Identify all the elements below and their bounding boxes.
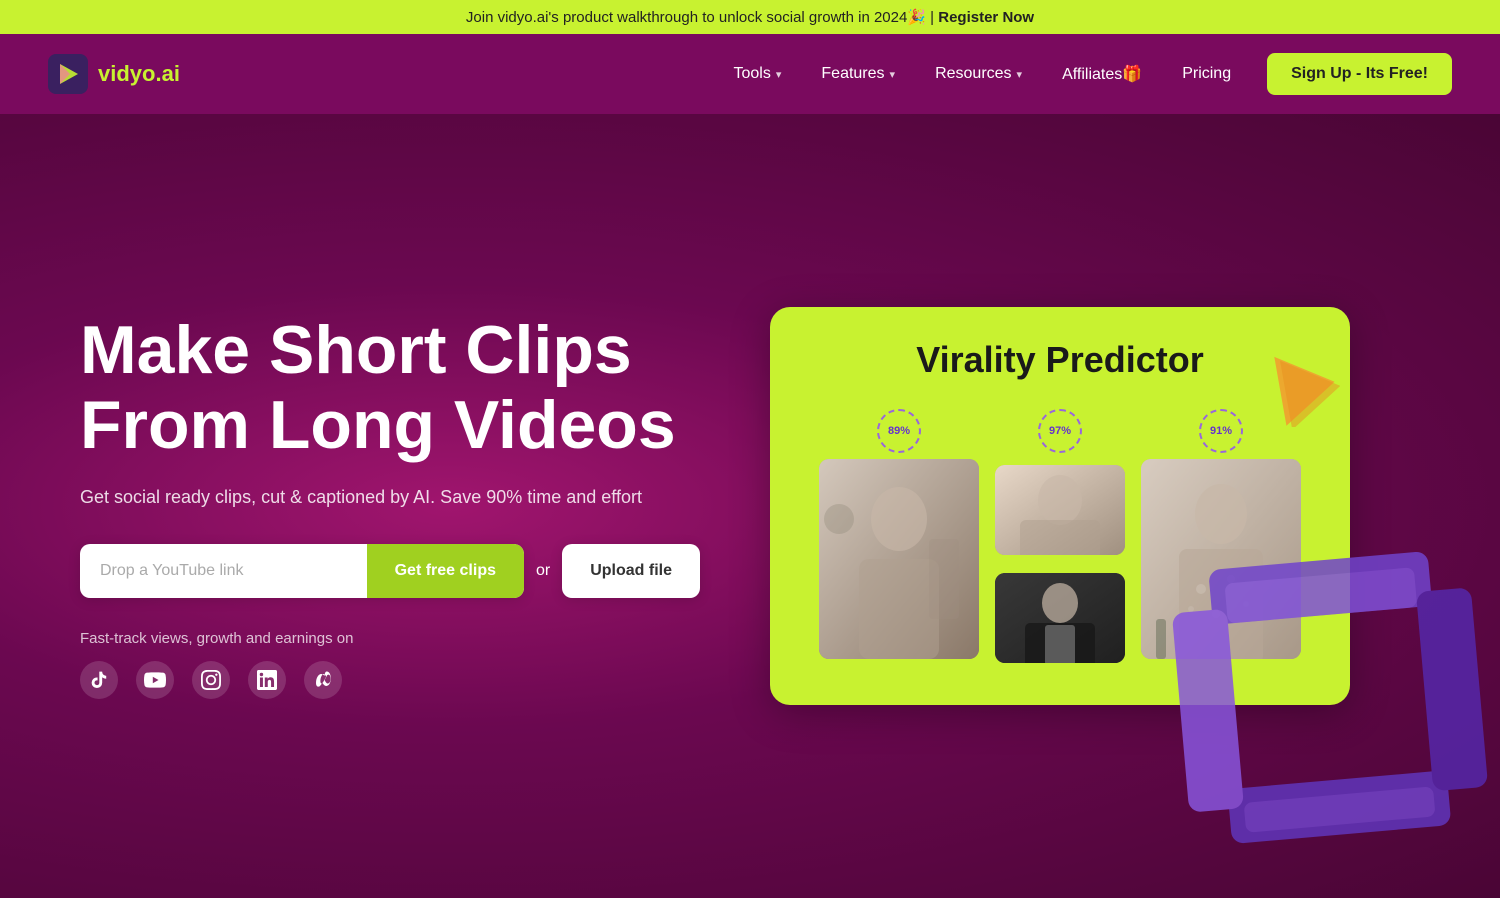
social-section: Fast-track views, growth and earnings on [80,630,700,699]
nav-links: Tools ▾ Features ▾ Resources ▾ Affiliate… [714,53,1453,95]
or-divider: or [536,562,550,580]
nav-item-resources[interactable]: Resources ▾ [915,57,1042,91]
hero-subtitle: Get social ready clips, cut & captioned … [80,487,700,508]
nav-item-signup[interactable]: Sign Up - Its Free! [1251,53,1452,95]
nav-item-affiliates[interactable]: Affiliates🎁 [1042,56,1162,92]
thumbnail-sub-1 [995,465,1125,555]
nav-item-pricing[interactable]: Pricing [1162,57,1251,91]
navbar: vidyo.ai Tools ▾ Features ▾ Resources ▾ … [0,34,1500,114]
social-label: Fast-track views, growth and earnings on [80,630,700,647]
virality-score-1: 89% [877,409,921,453]
video-sub-col: 97% [995,409,1125,669]
logo[interactable]: vidyo.ai [48,54,180,94]
signup-button[interactable]: Sign Up - Its Free! [1267,53,1452,95]
virality-score-2: 97% [1038,409,1082,453]
meta-icon[interactable] [304,661,342,699]
get-free-clips-button[interactable]: Get free clips [367,544,524,598]
chevron-down-icon: ▾ [1017,68,1023,81]
chevron-down-icon: ▾ [776,68,782,81]
hero-input-row: Get free clips or Upload file [80,544,700,598]
virality-score-3: 91% [1199,409,1243,453]
social-icons [80,661,700,699]
nav-item-tools[interactable]: Tools ▾ [714,57,802,91]
hero-left: Make Short Clips From Long Videos Get so… [80,313,700,699]
video-thumb-1: 89% [819,409,979,659]
logo-icon [48,54,88,94]
video-thumb-3 [995,573,1125,669]
upload-file-button[interactable]: Upload file [562,544,700,598]
video-thumb-2: 97% [995,409,1125,561]
linkedin-icon[interactable] [248,661,286,699]
top-banner: Join vidyo.ai's product walkthrough to u… [0,0,1500,34]
youtube-icon[interactable] [136,661,174,699]
purple-3d-decoration [1160,540,1500,865]
banner-text: Join vidyo.ai's product walkthrough to u… [466,9,934,26]
youtube-link-input[interactable] [80,544,367,598]
instagram-icon[interactable] [192,661,230,699]
banner-cta[interactable]: Register Now [938,9,1034,26]
hero-title: Make Short Clips From Long Videos [80,313,700,463]
logo-text: vidyo.ai [98,61,180,87]
virality-title: Virality Predictor [806,339,1314,381]
thumbnail-main-1 [819,459,979,659]
orange-arrow-decoration [1270,347,1340,432]
chevron-down-icon: ▾ [890,68,896,81]
hero-right: Virality Predictor 89% [700,307,1420,705]
tiktok-icon[interactable] [80,661,118,699]
url-input-group: Get free clips [80,544,524,598]
hero-section: Make Short Clips From Long Videos Get so… [0,114,1500,898]
thumbnail-sub-2 [995,573,1125,663]
nav-item-features[interactable]: Features ▾ [801,57,915,91]
